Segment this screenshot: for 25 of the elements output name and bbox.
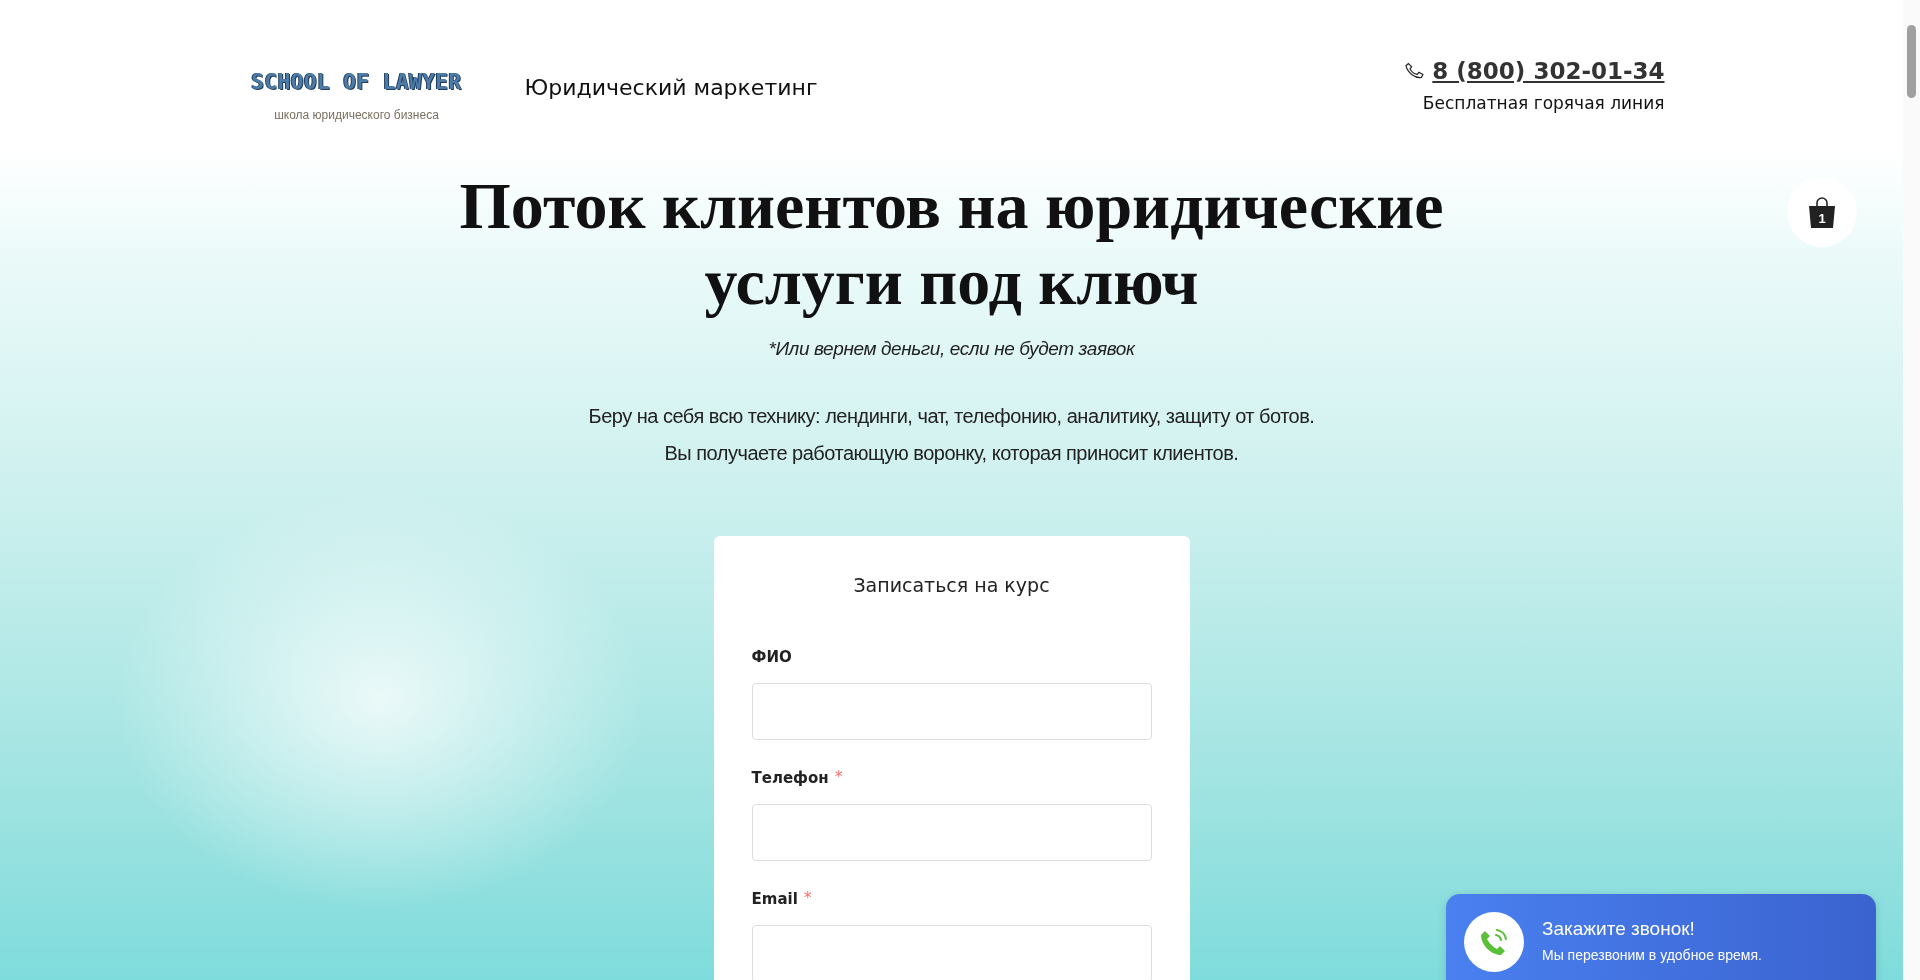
widget-title: Закажите звонок! bbox=[1542, 918, 1696, 940]
bag-icon bbox=[1807, 195, 1837, 229]
widget-text: Мы перезвоним в удобное время. bbox=[1542, 947, 1762, 963]
callback-widget[interactable]: Закажите звонок! Мы перезвоним в удобное время. bbox=[1446, 894, 1876, 980]
phone-call-icon bbox=[1464, 912, 1524, 972]
cart-button[interactable]: 1 bbox=[1787, 177, 1857, 247]
text-input[interactable] bbox=[751, 804, 1152, 861]
site-name: Юридический маркетинг bbox=[524, 75, 818, 100]
field-label: Email bbox=[751, 890, 798, 908]
phone-link[interactable]: 8 (800) 302-01-34 bbox=[1432, 58, 1665, 84]
field-label: ФИО bbox=[751, 648, 792, 666]
text-input[interactable] bbox=[751, 925, 1152, 980]
required-mark: * bbox=[803, 890, 812, 906]
hotline-caption: Бесплатная горячая линия bbox=[1422, 93, 1665, 113]
logo-title[interactable]: SCHOOL OF LAWYER bbox=[251, 70, 462, 94]
logo-tagline: школа юридического бизнеса bbox=[274, 108, 439, 122]
hero-description: Беру на себя всю технику: лендинги, чат, телефонию, аналитику, защиту от ботов. Вы получаете работающую воронку, которая приносит клиентов. bbox=[588, 404, 1315, 466]
form-title: Записаться на курс bbox=[852, 574, 1051, 596]
cart-count: 1 bbox=[1817, 211, 1827, 226]
field-label: Телефон bbox=[751, 769, 829, 787]
text-input[interactable] bbox=[751, 683, 1152, 740]
required-mark: * bbox=[834, 769, 843, 785]
hero-title: Поток клиентов на юридические услуги под ключ bbox=[459, 168, 1444, 320]
hero-subtitle: *Или вернем деньги, если не будет заявок bbox=[768, 338, 1135, 360]
scrollbar-thumb[interactable] bbox=[1907, 25, 1916, 98]
